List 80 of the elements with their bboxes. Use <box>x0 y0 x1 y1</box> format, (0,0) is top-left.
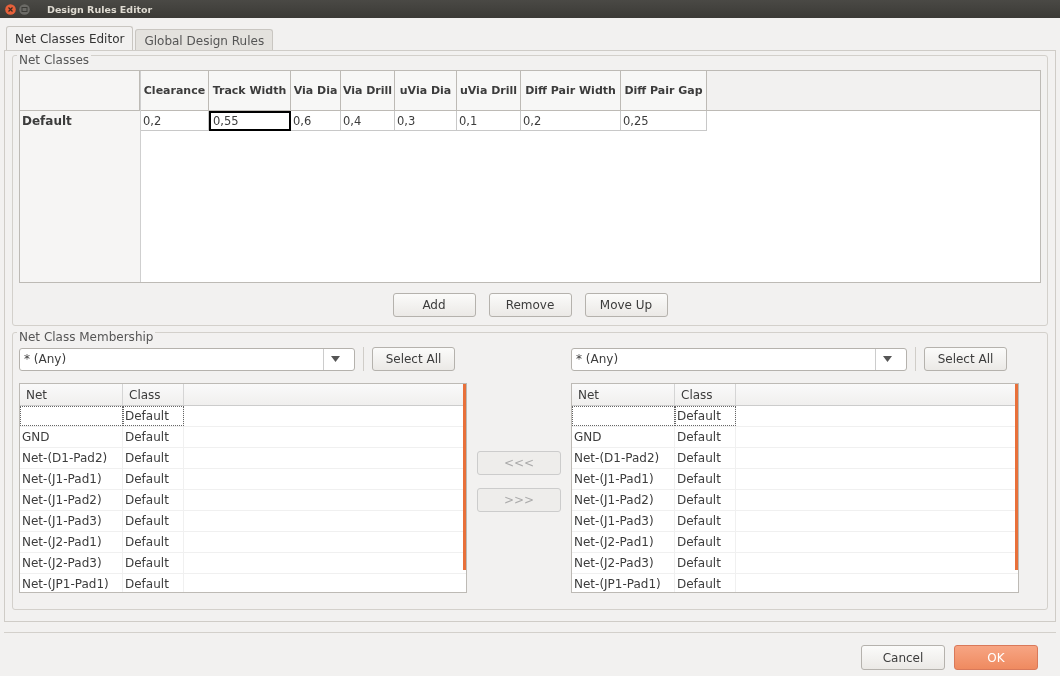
column-header[interactable]: Net <box>20 384 123 405</box>
table-cell[interactable]: 0,2 <box>141 111 209 131</box>
column-header[interactable]: uVia Dia <box>395 71 457 110</box>
net-name: Net-(J1-Pad3) <box>22 514 102 528</box>
net-name: Net-(D1-Pad2) <box>22 451 108 465</box>
column-header[interactable]: Via Dia <box>291 71 341 110</box>
column-header[interactable]: Class <box>123 384 184 405</box>
list-row[interactable]: Net-(JP1-Pad1) Default <box>20 574 466 592</box>
action-button[interactable]: Remove <box>488 293 572 317</box>
net-name: Net-(JP1-Pad1) <box>574 577 661 591</box>
class-name: Default <box>677 577 721 591</box>
net-name: Net-(J1-Pad1) <box>574 472 654 486</box>
list-row[interactable]: Default <box>20 406 466 427</box>
net-name: Net-(J2-Pad3) <box>22 556 102 570</box>
net-name: Net-(D1-Pad2) <box>574 451 660 465</box>
net-name: Net-(J1-Pad3) <box>574 514 654 528</box>
column-header[interactable]: Via Drill <box>341 71 395 110</box>
action-button[interactable]: Move Up <box>584 293 668 317</box>
net-name: Net-(J2-Pad1) <box>22 535 102 549</box>
class-name: Default <box>677 535 721 549</box>
table-cell[interactable]: 0,3 <box>395 111 457 131</box>
select-all-button[interactable]: Select All <box>924 347 1007 371</box>
class-name: Default <box>125 409 169 423</box>
class-name: Default <box>125 493 169 507</box>
class-name: Default <box>125 430 169 444</box>
list-row[interactable]: Net-(J2-Pad3) Default <box>20 553 466 574</box>
class-name: Default <box>677 472 721 486</box>
class-name: Default <box>125 577 169 591</box>
class-name: Default <box>125 556 169 570</box>
scrollbar[interactable] <box>1015 384 1018 570</box>
column-header[interactable]: Clearance <box>141 71 209 110</box>
class-name: Default <box>677 556 721 570</box>
column-header[interactable]: Diff Pair Gap <box>621 71 707 110</box>
net-name: Net-(JP1-Pad1) <box>22 577 109 591</box>
class-name: Default <box>677 409 721 423</box>
select-all-button[interactable]: Select All <box>372 347 455 371</box>
table-cell[interactable]: 0,6 <box>291 111 341 131</box>
scrollbar[interactable] <box>463 384 466 570</box>
column-header[interactable]: Net <box>572 384 675 405</box>
column-header[interactable]: Diff Pair Width <box>521 71 621 110</box>
class-name: Default <box>125 535 169 549</box>
class-name: Default <box>677 493 721 507</box>
column-header[interactable]: Track Width <box>209 71 291 110</box>
tab[interactable]: Net Classes Editor <box>6 26 134 50</box>
net-name: GND <box>574 430 602 444</box>
table-cell[interactable]: 0,2 <box>521 111 621 131</box>
window-title: Design Rules Editor <box>47 3 153 15</box>
action-button[interactable]: Add <box>392 293 476 317</box>
column-header[interactable]: Class <box>675 384 736 405</box>
class-name: Default <box>677 514 721 528</box>
net-name: Net-(J1-Pad2) <box>22 493 102 507</box>
list-row[interactable]: Net-(JP1-Pad1) Default <box>572 574 1018 592</box>
net-name: GND <box>22 430 50 444</box>
net-name: Net-(J2-Pad1) <box>574 535 654 549</box>
class-name: Default <box>677 430 721 444</box>
caret-icon <box>330 356 340 362</box>
minimize-icon[interactable] <box>19 3 30 15</box>
list-row[interactable]: Default <box>572 406 1018 427</box>
caret-icon <box>882 356 892 362</box>
close-icon[interactable] <box>5 3 16 15</box>
net-name: Net-(J1-Pad2) <box>574 493 654 507</box>
list-row[interactable]: Net-(J2-Pad3) Default <box>572 553 1018 574</box>
tab[interactable]: Global Design Rules <box>135 29 274 50</box>
class-name: Default <box>125 451 169 465</box>
class-name: Default <box>677 451 721 465</box>
table-cell[interactable]: 0,55 <box>209 111 291 131</box>
filter-dropdown[interactable]: * (Any) <box>571 347 907 371</box>
dialog-button[interactable]: Cancel <box>861 645 945 670</box>
net-name: Net-(J2-Pad3) <box>574 556 654 570</box>
column-header[interactable]: uVia Drill <box>457 71 521 110</box>
filter-dropdown[interactable]: * (Any) <box>19 347 355 371</box>
net-name: Net-(J1-Pad1) <box>22 472 102 486</box>
class-name: Default <box>125 514 169 528</box>
row-header[interactable]: Default <box>20 111 140 131</box>
table-cell[interactable]: 0,1 <box>457 111 521 131</box>
table-cell[interactable]: 0,4 <box>341 111 395 131</box>
table-cell[interactable]: 0,25 <box>621 111 707 131</box>
group-title: Net Classes <box>17 53 92 67</box>
class-name: Default <box>125 472 169 486</box>
group-title: Net Class Membership <box>17 330 156 344</box>
